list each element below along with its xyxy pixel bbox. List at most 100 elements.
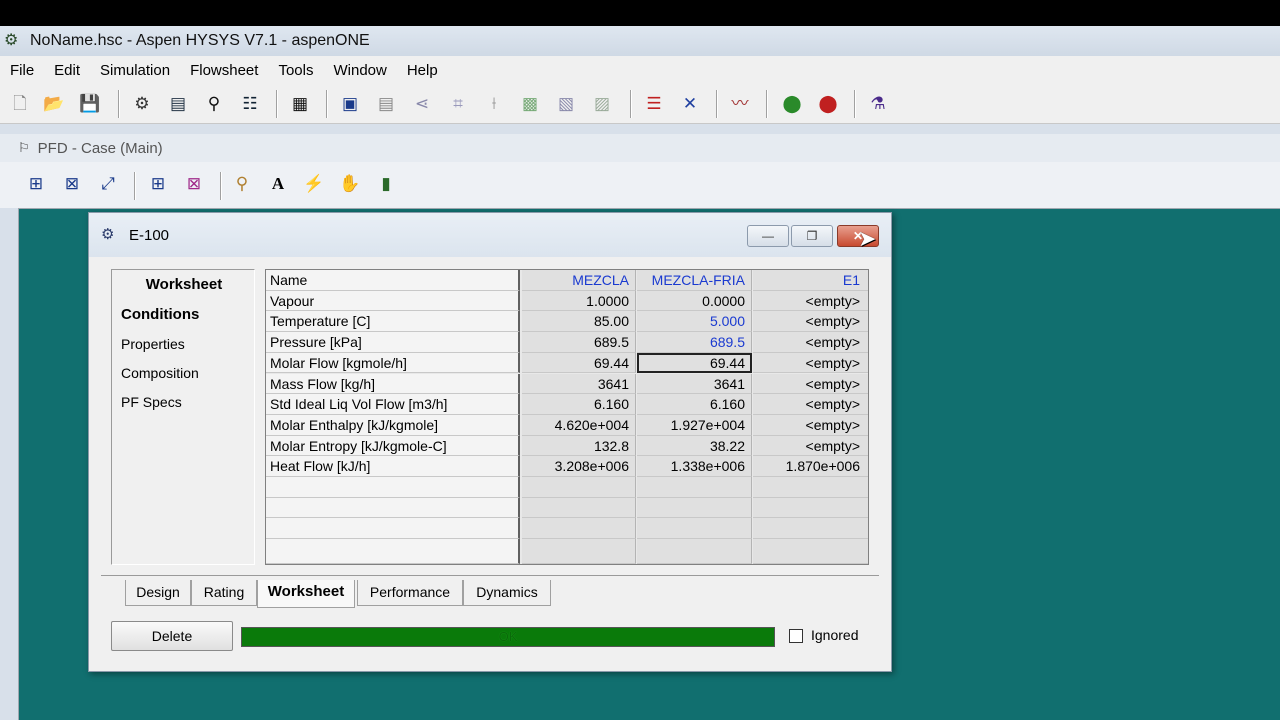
branch-icon[interactable]: ⟊ <box>482 92 506 116</box>
app-title-bar: ⚙ NoName.hsc - Aspen HYSYS V7.1 - aspenO… <box>0 26 1280 56</box>
table-cell[interactable]: 4.620e+004 <box>522 414 636 436</box>
database-icon[interactable]: ▧ <box>554 92 578 116</box>
menu-edit[interactable]: Edit <box>54 62 80 79</box>
delete-button[interactable]: Delete <box>111 621 233 651</box>
table-cell[interactable]: 85.00 <box>522 311 636 333</box>
table-cell[interactable]: 0.0000 <box>637 290 752 312</box>
solver-active-icon[interactable]: ⬤ <box>780 92 804 116</box>
tab-worksheet[interactable]: Worksheet <box>257 580 355 608</box>
traffic-light-icon[interactable]: ▮ <box>374 172 398 196</box>
restore-button[interactable]: ❐ <box>791 225 833 247</box>
report-icon[interactable]: ▨ <box>590 92 614 116</box>
text-label-icon[interactable]: A <box>266 172 290 196</box>
nav-conditions[interactable]: Conditions <box>121 306 199 323</box>
table-cell[interactable]: <empty> <box>753 394 868 415</box>
attach-icon[interactable]: ⊞ <box>146 172 170 196</box>
table-cell[interactable]: <empty> <box>753 311 868 333</box>
trend-icon[interactable]: 〰 <box>728 92 752 116</box>
open-folder-icon[interactable]: 📂 <box>42 92 66 116</box>
column-header-e1[interactable]: E1 <box>753 270 868 291</box>
toolbar-separator <box>326 90 328 118</box>
flask-icon[interactable]: ⚗ <box>866 92 890 116</box>
table-cell-selected[interactable]: 69.44 <box>637 352 752 374</box>
empty-table-row <box>266 477 868 498</box>
menu-file[interactable]: File <box>10 62 34 79</box>
menu-tools[interactable]: Tools <box>278 62 313 79</box>
column-header-mezcla[interactable]: MEZCLA <box>522 270 636 291</box>
workbook-icon[interactable]: ▤ <box>166 92 190 116</box>
summary-icon[interactable]: ▤ <box>374 92 398 116</box>
object-navigator-icon[interactable]: ☷ <box>238 92 262 116</box>
crossing-lines-icon[interactable]: ✕ <box>678 92 702 116</box>
menu-flowsheet[interactable]: Flowsheet <box>190 62 258 79</box>
table-cell[interactable]: <empty> <box>753 290 868 312</box>
tab-design[interactable]: Design <box>125 580 191 606</box>
table-row: Pressure [kPa] 689.5 689.5 <empty> <box>266 332 868 353</box>
tree-icon[interactable]: ⋖ <box>410 92 434 116</box>
table-cell[interactable]: 689.5 <box>522 332 636 353</box>
table-cell[interactable]: 132.8 <box>522 435 636 457</box>
table-cell-specified[interactable]: 689.5 <box>637 332 752 353</box>
hand-icon[interactable]: ✋ <box>338 172 362 196</box>
page-navigator: Worksheet Conditions Properties Composit… <box>111 269 255 565</box>
pfd-title: PFD - Case (Main) <box>37 139 163 157</box>
stream-lines-icon[interactable]: ☰ <box>642 92 666 116</box>
table-cell[interactable]: 1.870e+006 <box>753 456 868 477</box>
add-operation-icon[interactable]: ⊠ <box>60 172 84 196</box>
tab-rating[interactable]: Rating <box>191 580 257 606</box>
table-cell[interactable]: <empty> <box>753 332 868 353</box>
matrix-icon[interactable]: ▩ <box>518 92 542 116</box>
empty-cell <box>637 497 752 519</box>
toolbar-separator <box>134 172 136 200</box>
save-icon[interactable]: 💾 <box>78 92 102 116</box>
empty-cell <box>753 497 868 519</box>
minimize-button[interactable]: — <box>747 225 789 247</box>
mouse-cursor-icon: ➤ <box>858 226 877 251</box>
solver-hold-icon[interactable]: ⬤ <box>816 92 840 116</box>
layout-icon[interactable]: ⌗ <box>446 92 470 116</box>
row-label: Temperature [C] <box>266 311 520 333</box>
table-cell[interactable]: 3641 <box>522 373 636 395</box>
resize-icon[interactable]: ⤢ <box>96 172 120 196</box>
heat-exchanger-icon: ⚙ <box>101 226 115 243</box>
table-cell[interactable]: <empty> <box>753 414 868 436</box>
table-cell[interactable]: <empty> <box>753 352 868 374</box>
menu-simulation[interactable]: Simulation <box>100 62 170 79</box>
table-cell[interactable]: 1.338e+006 <box>637 456 752 477</box>
row-label: Heat Flow [kJ/h] <box>266 456 520 477</box>
tab-dynamics[interactable]: Dynamics <box>463 580 551 606</box>
menu-help[interactable]: Help <box>407 62 438 79</box>
table-cell[interactable]: 69.44 <box>522 352 636 374</box>
grid-icon[interactable]: ▦ <box>288 92 312 116</box>
binoculars-icon[interactable]: ⚲ <box>202 92 226 116</box>
main-toolbar: 🗋 📂 💾 ⚙ ▤ ⚲ ☷ ▦ ▣ ▤ ⋖ ⌗ ⟊ ▩ ▧ ▨ ☰ ✕ 〰 ⬤ … <box>0 84 1280 124</box>
nav-pf-specs[interactable]: PF Specs <box>121 394 182 410</box>
table-cell[interactable]: <empty> <box>753 435 868 457</box>
nav-composition[interactable]: Composition <box>121 365 199 381</box>
table-cell[interactable]: 6.160 <box>637 394 752 415</box>
table-cell[interactable]: <empty> <box>753 373 868 395</box>
table-cell[interactable]: 6.160 <box>522 394 636 415</box>
table-cell[interactable]: 1.927e+004 <box>637 414 752 436</box>
table-cell[interactable]: 1.0000 <box>522 290 636 312</box>
ignored-checkbox[interactable] <box>789 629 803 643</box>
add-stream-icon[interactable]: ⊞ <box>24 172 48 196</box>
column-header-mezcla-fria[interactable]: MEZCLA-FRIA <box>637 270 752 291</box>
tab-performance[interactable]: Performance <box>357 580 463 606</box>
table-cell[interactable]: 38.22 <box>637 435 752 457</box>
break-connection-icon[interactable]: ⊠ <box>182 172 206 196</box>
table-row: Temperature [C] 85.00 5.000 <empty> <box>266 311 868 333</box>
menu-window[interactable]: Window <box>333 62 386 79</box>
components-icon[interactable]: ⚙ <box>130 92 154 116</box>
new-file-icon[interactable]: 🗋 <box>8 92 32 116</box>
table-row: Molar Flow [kgmole/h] 69.44 69.44 <empty… <box>266 352 868 374</box>
table-cell[interactable]: 3641 <box>637 373 752 395</box>
table-cell-specified[interactable]: 5.000 <box>637 311 752 333</box>
table-cell[interactable]: 3.208e+006 <box>522 456 636 477</box>
nav-properties[interactable]: Properties <box>121 336 185 352</box>
status-bar: OK <box>241 627 775 647</box>
zoom-icon[interactable]: ⚲ <box>230 172 254 196</box>
pfd-icon[interactable]: ▣ <box>338 92 362 116</box>
e100-property-window: ⚙ E-100 — ❐ ✕ Worksheet Conditions Prope… <box>88 212 892 672</box>
lightning-icon[interactable]: ⚡ <box>302 172 326 196</box>
